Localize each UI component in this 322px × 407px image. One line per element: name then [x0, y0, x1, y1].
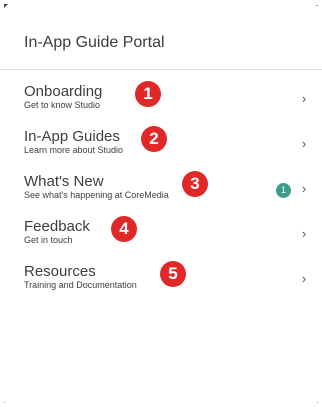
corner-mark	[317, 402, 318, 403]
step-marker: 4	[111, 216, 137, 242]
menu-item-title: Feedback	[24, 218, 90, 235]
step-marker: 1	[135, 81, 161, 107]
menu-item-title: What's New	[24, 173, 104, 190]
menu-item-resources[interactable]: Resources Training and Documentation 5 ›	[0, 258, 322, 303]
menu-item-title: Resources	[24, 263, 96, 280]
step-marker: 5	[160, 261, 186, 287]
page-title: In-App Guide Portal	[24, 34, 165, 51]
chevron-right-icon: ›	[301, 271, 307, 286]
chevron-right-icon: ›	[301, 136, 307, 151]
menu-item-onboarding[interactable]: Onboarding Get to know Studio 1 ›	[0, 78, 322, 123]
menu-item-in-app-guides[interactable]: In-App Guides Learn more about Studio 2 …	[0, 123, 322, 168]
menu-item-subtitle: Get to know Studio	[24, 100, 101, 110]
panel-header: In-App Guide Portal	[0, 0, 322, 70]
chevron-right-icon: ›	[301, 91, 307, 106]
menu-item-subtitle: See what's happening at CoreMedia	[24, 190, 169, 200]
step-marker: 3	[182, 171, 208, 197]
corner-mark	[4, 402, 5, 403]
portal-menu: Onboarding Get to know Studio 1 › In-App…	[0, 78, 322, 303]
menu-item-title: Onboarding	[24, 83, 103, 100]
chevron-right-icon: ›	[301, 181, 307, 196]
notification-badge: 1	[276, 183, 291, 198]
menu-item-title: In-App Guides	[24, 128, 120, 145]
menu-item-subtitle: Get in touch	[24, 235, 73, 245]
menu-item-feedback[interactable]: Feedback Get in touch 4 ›	[0, 213, 322, 258]
menu-item-whats-new[interactable]: What's New See what's happening at CoreM…	[0, 168, 322, 213]
step-marker: 2	[141, 126, 167, 152]
chevron-right-icon: ›	[301, 226, 307, 241]
guide-portal-panel: In-App Guide Portal Onboarding Get to kn…	[0, 0, 322, 407]
menu-item-subtitle: Learn more about Studio	[24, 145, 124, 155]
menu-item-subtitle: Training and Documentation	[24, 280, 137, 290]
